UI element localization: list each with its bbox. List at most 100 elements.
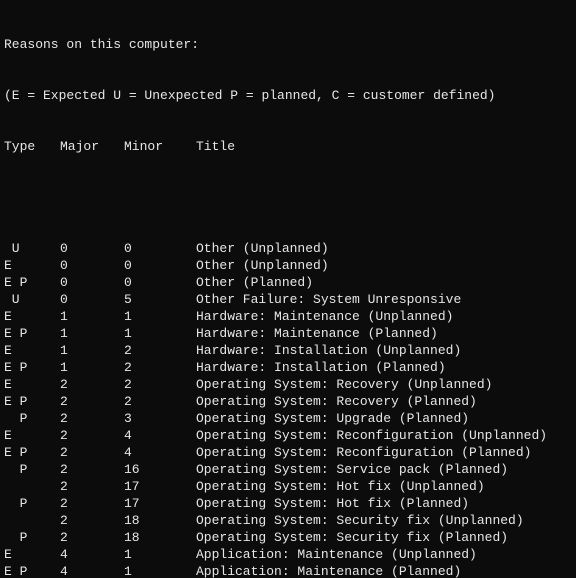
table-row: E P41Application: Maintenance (Planned) — [4, 563, 572, 578]
cell-major: 2 — [60, 427, 124, 444]
cell-title: Other (Planned) — [196, 274, 313, 291]
cell-minor: 17 — [124, 495, 196, 512]
cell-major: 2 — [60, 393, 124, 410]
cell-type: E — [4, 308, 60, 325]
cell-minor: 2 — [124, 342, 196, 359]
cell-minor: 5 — [124, 291, 196, 308]
cell-minor: 0 — [124, 240, 196, 257]
header-line-2: (E = Expected U = Unexpected P = planned… — [4, 87, 572, 104]
col-title: Title — [196, 138, 235, 155]
cell-type: E P — [4, 393, 60, 410]
cell-minor: 2 — [124, 359, 196, 376]
cell-title: Application: Maintenance (Planned) — [196, 563, 461, 578]
table-row: E P24Operating System: Reconfiguration (… — [4, 444, 572, 461]
cell-title: Hardware: Maintenance (Planned) — [196, 325, 438, 342]
table-row: E12Hardware: Installation (Unplanned) — [4, 342, 572, 359]
cell-minor: 2 — [124, 393, 196, 410]
table-row: E P00Other (Planned) — [4, 274, 572, 291]
cell-minor: 1 — [124, 546, 196, 563]
cell-title: Operating System: Service pack (Planned) — [196, 461, 508, 478]
cell-type: E — [4, 342, 60, 359]
cell-title: Operating System: Security fix (Planned) — [196, 529, 508, 546]
table-row: P217Operating System: Hot fix (Planned) — [4, 495, 572, 512]
terminal-output: Reasons on this computer: (E = Expected … — [0, 0, 576, 578]
table-row: U00Other (Unplanned) — [4, 240, 572, 257]
cell-major: 2 — [60, 495, 124, 512]
cell-minor: 1 — [124, 563, 196, 578]
cell-title: Hardware: Installation (Unplanned) — [196, 342, 461, 359]
cell-minor: 16 — [124, 461, 196, 478]
cell-type: P — [4, 495, 60, 512]
cell-type: E P — [4, 325, 60, 342]
cell-title: Operating System: Recovery (Unplanned) — [196, 376, 492, 393]
cell-type: E — [4, 427, 60, 444]
cell-title: Operating System: Recovery (Planned) — [196, 393, 477, 410]
col-major: Major — [60, 138, 124, 155]
table-row: P23Operating System: Upgrade (Planned) — [4, 410, 572, 427]
cell-type: E — [4, 546, 60, 563]
table-row: P218Operating System: Security fix (Plan… — [4, 529, 572, 546]
header-line-1: Reasons on this computer: — [4, 36, 572, 53]
cell-minor: 18 — [124, 529, 196, 546]
table-row: E00Other (Unplanned) — [4, 257, 572, 274]
cell-title: Operating System: Reconfiguration (Plann… — [196, 444, 531, 461]
cell-minor: 4 — [124, 427, 196, 444]
cell-major: 2 — [60, 444, 124, 461]
cell-major: 2 — [60, 376, 124, 393]
col-minor: Minor — [124, 138, 196, 155]
cell-major: 0 — [60, 240, 124, 257]
cell-major: 4 — [60, 563, 124, 578]
cell-minor: 18 — [124, 512, 196, 529]
cell-type: E P — [4, 444, 60, 461]
cell-title: Hardware: Maintenance (Unplanned) — [196, 308, 453, 325]
cell-major: 2 — [60, 478, 124, 495]
cell-major: 0 — [60, 274, 124, 291]
table-row: 218Operating System: Security fix (Unpla… — [4, 512, 572, 529]
cell-title: Operating System: Security fix (Unplanne… — [196, 512, 524, 529]
table-row: 217Operating System: Hot fix (Unplanned) — [4, 478, 572, 495]
cell-type: P — [4, 410, 60, 427]
cell-title: Application: Maintenance (Unplanned) — [196, 546, 477, 563]
table-row: E P22Operating System: Recovery (Planned… — [4, 393, 572, 410]
cell-title: Other Failure: System Unresponsive — [196, 291, 461, 308]
cell-type: E P — [4, 563, 60, 578]
cell-title: Operating System: Reconfiguration (Unpla… — [196, 427, 547, 444]
cell-minor: 17 — [124, 478, 196, 495]
cell-minor: 3 — [124, 410, 196, 427]
cell-type: U — [4, 291, 60, 308]
table-row: E24Operating System: Reconfiguration (Un… — [4, 427, 572, 444]
cell-type: U — [4, 240, 60, 257]
cell-major: 1 — [60, 325, 124, 342]
table-row: E P11Hardware: Maintenance (Planned) — [4, 325, 572, 342]
cell-minor: 4 — [124, 444, 196, 461]
blank-line — [4, 189, 572, 206]
cell-title: Hardware: Installation (Planned) — [196, 359, 446, 376]
cell-major: 2 — [60, 512, 124, 529]
cell-major: 2 — [60, 461, 124, 478]
cell-title: Other (Unplanned) — [196, 240, 329, 257]
cell-major: 0 — [60, 291, 124, 308]
table-row: E P12Hardware: Installation (Planned) — [4, 359, 572, 376]
cell-major: 2 — [60, 529, 124, 546]
column-headers: TypeMajorMinorTitle — [4, 138, 572, 155]
cell-major: 4 — [60, 546, 124, 563]
cell-minor: 1 — [124, 308, 196, 325]
cell-title: Operating System: Upgrade (Planned) — [196, 410, 469, 427]
cell-type: E P — [4, 359, 60, 376]
cell-type: E — [4, 376, 60, 393]
cell-type: P — [4, 529, 60, 546]
table-row: U05Other Failure: System Unresponsive — [4, 291, 572, 308]
cell-major: 1 — [60, 308, 124, 325]
cell-major: 2 — [60, 410, 124, 427]
cell-major: 1 — [60, 359, 124, 376]
col-type: Type — [4, 138, 60, 155]
cell-type: E P — [4, 274, 60, 291]
cell-title: Operating System: Hot fix (Planned) — [196, 495, 469, 512]
cell-type: P — [4, 461, 60, 478]
table-row: E41Application: Maintenance (Unplanned) — [4, 546, 572, 563]
cell-minor: 2 — [124, 376, 196, 393]
cell-major: 1 — [60, 342, 124, 359]
reason-rows: U00Other (Unplanned)E00Other (Unplanned)… — [4, 240, 572, 578]
table-row: E22Operating System: Recovery (Unplanned… — [4, 376, 572, 393]
cell-title: Operating System: Hot fix (Unplanned) — [196, 478, 485, 495]
